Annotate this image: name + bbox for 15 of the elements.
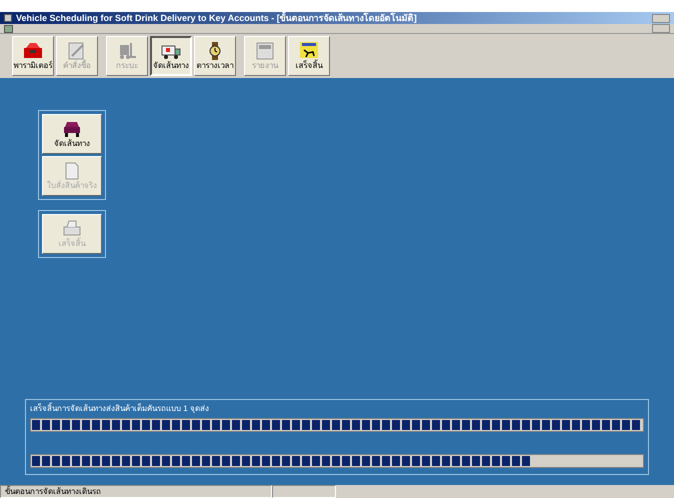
toolbar-button[interactable]: จัดเส้นทาง xyxy=(150,36,192,76)
progress-label: เสร็จสิ้นการจัดเส้นทางส่งสินค้าเต็มคันรถแบบ 1 จุดส่ง xyxy=(30,404,210,414)
toolbox-icon xyxy=(22,41,44,61)
window-title: Vehicle Scheduling for Soft Drink Delivery to Key Accounts - [ขั้นตอนการจัดเส้นทางโดยอัตโนมัติ] xyxy=(16,14,417,22)
toolbar-button[interactable]: เสร็จสิ้น xyxy=(288,36,330,76)
status-text: ขั้นตอนการจัดเส้นทางเดินรถ xyxy=(0,485,272,498)
car-icon xyxy=(61,119,83,139)
toolbar-button[interactable]: ตารางเวลา xyxy=(194,36,236,76)
runner-icon xyxy=(298,41,320,61)
window-controls-icon[interactable] xyxy=(652,14,670,22)
window-controls-icon[interactable] xyxy=(652,24,670,33)
side-button[interactable]: จัดเส้นทาง xyxy=(42,114,102,154)
toolbar-button[interactable]: พารามิเตอร์ xyxy=(12,36,54,76)
app-icon xyxy=(4,14,12,22)
report-icon xyxy=(254,41,276,61)
